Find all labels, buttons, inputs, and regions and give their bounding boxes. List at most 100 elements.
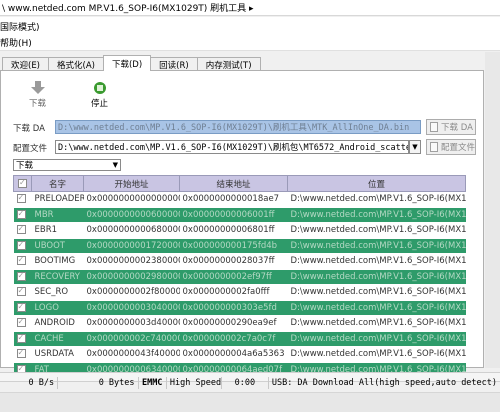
column-header-end-address[interactable]: 结束地址 [179, 175, 288, 192]
image-location: D:\www.netded.com\MP.V1.6_SOP-I6(MX1 [287, 315, 466, 332]
document-icon [430, 122, 438, 132]
scatter-path-select[interactable]: D:\www.netded.com\MP.V1.6_SOP-I6(MX1029T… [55, 140, 409, 154]
row-checkbox-cell[interactable] [13, 346, 32, 363]
start-address: 0x0000000002380000 [83, 253, 180, 270]
row-checkbox-cell[interactable] [13, 269, 32, 285]
image-location: D:\www.netded.com\MP.V1.6_SOP-I6(MX1 [287, 269, 466, 285]
scatter-dropdown-arrow-icon[interactable]: ▼ [409, 140, 421, 154]
status-speed: 0 B/s [0, 377, 59, 389]
start-address: 0x0000000000000000 [83, 191, 180, 208]
status-time: 0:00 [222, 377, 269, 389]
partition-name: UBOOT [31, 238, 84, 254]
status-bytes: 0 Bytes [58, 377, 139, 389]
tab-memory-test[interactable]: 内存测试(T) [196, 57, 261, 71]
row-checkbox[interactable] [16, 224, 26, 235]
row-checkbox[interactable] [16, 302, 26, 312]
row-checkbox[interactable] [16, 255, 26, 266]
download-panel: 下载 停止 下载 DA D:\www.netded.com\MP.V1.6_SO… [0, 70, 484, 378]
row-checkbox-cell[interactable] [13, 222, 32, 239]
download-button[interactable]: 下载 [29, 81, 46, 109]
status-storage-type: EMMC [139, 377, 167, 389]
row-checkbox-cell[interactable] [13, 253, 32, 270]
tab-download[interactable]: 下载(D) [102, 55, 152, 71]
header-checkbox-cell[interactable] [13, 175, 32, 192]
partition-name: ANDROID [31, 315, 84, 332]
table-header-row: 名字 开始地址 结束地址 位置 [13, 175, 466, 192]
table-row[interactable]: BOOTIMG 0x0000000002380000 0x00000000028… [13, 253, 466, 270]
end-address: 0x0000000002fa0fff [179, 284, 288, 301]
row-checkbox-cell[interactable] [13, 191, 32, 208]
partition-name: PRELOADER [31, 191, 84, 208]
table-row[interactable]: EBR1 0x0000000000680000 0x00000000006801… [13, 222, 466, 239]
menu-help[interactable]: 帮助(H) [0, 36, 32, 49]
partition-name: USRDATA [31, 346, 84, 363]
start-address: 0x0000000002980000 [83, 269, 180, 285]
tab-format[interactable]: 格式化(A) [48, 57, 104, 71]
start-address: 0x0000000001720000 [83, 238, 180, 254]
column-header-name[interactable]: 名字 [31, 175, 84, 192]
image-location: D:\www.netded.com\MP.V1.6_SOP-I6(MX1 [287, 300, 466, 316]
tab-readback[interactable]: 回读(R) [150, 57, 198, 71]
row-checkbox[interactable] [16, 209, 26, 219]
stop-button[interactable]: 停止 [91, 81, 108, 109]
row-checkbox-cell[interactable] [13, 238, 32, 254]
partition-table: 名字 开始地址 结束地址 位置 PRELOADER 0x000000000000… [13, 175, 466, 378]
table-row[interactable]: ANDROID 0x0000000003d40000 0x00000000290… [13, 315, 466, 332]
scatter-label: 配置文件 [13, 144, 48, 154]
mode-label: 国际模式) [0, 22, 40, 33]
status-usb-speed: High Speed [167, 377, 222, 389]
status-bar: 0 B/s 0 Bytes EMMC High Speed 0:00 USB: … [0, 377, 500, 389]
tab-bar: 欢迎(E) 格式化(A) 下载(D) 回读(R) 内存测试(T) [0, 55, 261, 71]
tab-welcome[interactable]: 欢迎(E) [2, 57, 50, 71]
image-location: D:\www.netded.com\MP.V1.6_SOP-I6(MX1 [287, 222, 466, 239]
row-checkbox[interactable] [16, 286, 26, 297]
table-row[interactable]: SEC_RO 0x0000000002f80000 0x0000000002fa… [13, 284, 466, 301]
row-checkbox-cell[interactable] [13, 300, 32, 316]
row-checkbox-cell[interactable] [13, 315, 32, 332]
download-mode-select[interactable]: 下载 ▼ [13, 159, 121, 171]
start-address: 0x0000000003040000 [83, 300, 180, 316]
partition-name: LOGO [31, 300, 84, 316]
start-address: 0x0000000043f40000 [83, 346, 180, 363]
end-address: 0x0000000002ef97ff [179, 269, 288, 285]
image-location: D:\www.netded.com\MP.V1.6_SOP-I6(MX1 [287, 284, 466, 301]
start-address: 0x0000000002f80000 [83, 284, 180, 301]
table-row[interactable]: UBOOT 0x0000000001720000 0x000000000175f… [13, 238, 466, 254]
column-header-location[interactable]: 位置 [287, 175, 466, 192]
partition-name: RECOVERY [31, 269, 84, 285]
column-header-start-address[interactable]: 开始地址 [83, 175, 180, 192]
download-da-path-input[interactable]: D:\www.netded.com\MP.V1.6_SOP-I6(MX1029T… [55, 120, 421, 134]
partition-name: SEC_RO [31, 284, 84, 301]
row-checkbox[interactable] [16, 240, 26, 250]
row-checkbox[interactable] [16, 271, 26, 281]
row-checkbox[interactable] [16, 348, 26, 359]
row-checkbox[interactable] [16, 193, 26, 204]
window-title-bar: \ www.netded.com MP.V1.6_SOP-I6(MX1029T)… [0, 0, 500, 16]
chevron-down-icon: ▼ [112, 161, 118, 169]
start-address: 0x0000000003d40000 [83, 315, 180, 332]
end-address: 0x00000000028037ff [179, 253, 288, 270]
window-bottom-edge [0, 392, 500, 412]
start-address: 0x0000000000600000 [83, 207, 180, 223]
row-checkbox[interactable] [16, 317, 26, 328]
scatter-file-button[interactable]: 配置文件 [426, 139, 476, 155]
select-all-checkbox[interactable] [18, 178, 27, 188]
right-panel-edge [485, 52, 500, 368]
table-row[interactable]: PRELOADER 0x0000000000000000 0x000000000… [13, 191, 466, 208]
row-checkbox[interactable] [16, 333, 26, 343]
row-checkbox-cell[interactable] [13, 331, 32, 347]
row-checkbox-cell[interactable] [13, 207, 32, 223]
row-checkbox-cell[interactable] [13, 284, 32, 301]
download-da-button[interactable]: 下载 DA [426, 119, 476, 135]
table-row[interactable]: USRDATA 0x0000000043f40000 0x0000000004a… [13, 346, 466, 363]
end-address: 0x00000000006801ff [179, 222, 288, 239]
download-da-button-label: 下载 DA [441, 123, 473, 133]
start-address: 0x0000000000680000 [83, 222, 180, 239]
end-address: 0x000000000175fd4b [179, 238, 288, 254]
status-message: USB: DA Download All(high speed,auto det… [271, 378, 498, 388]
end-address: 0x0000000004a6a5363 [179, 346, 288, 363]
table-row[interactable]: MBR 0x0000000000600000 0x00000000006001f… [13, 207, 466, 223]
table-row[interactable]: LOGO 0x0000000003040000 0x000000000303e5… [13, 300, 466, 316]
table-row[interactable]: CACHE 0x000000002c740000 0x000000002c7a0… [13, 331, 466, 347]
table-row[interactable]: RECOVERY 0x0000000002980000 0x0000000002… [13, 269, 466, 285]
